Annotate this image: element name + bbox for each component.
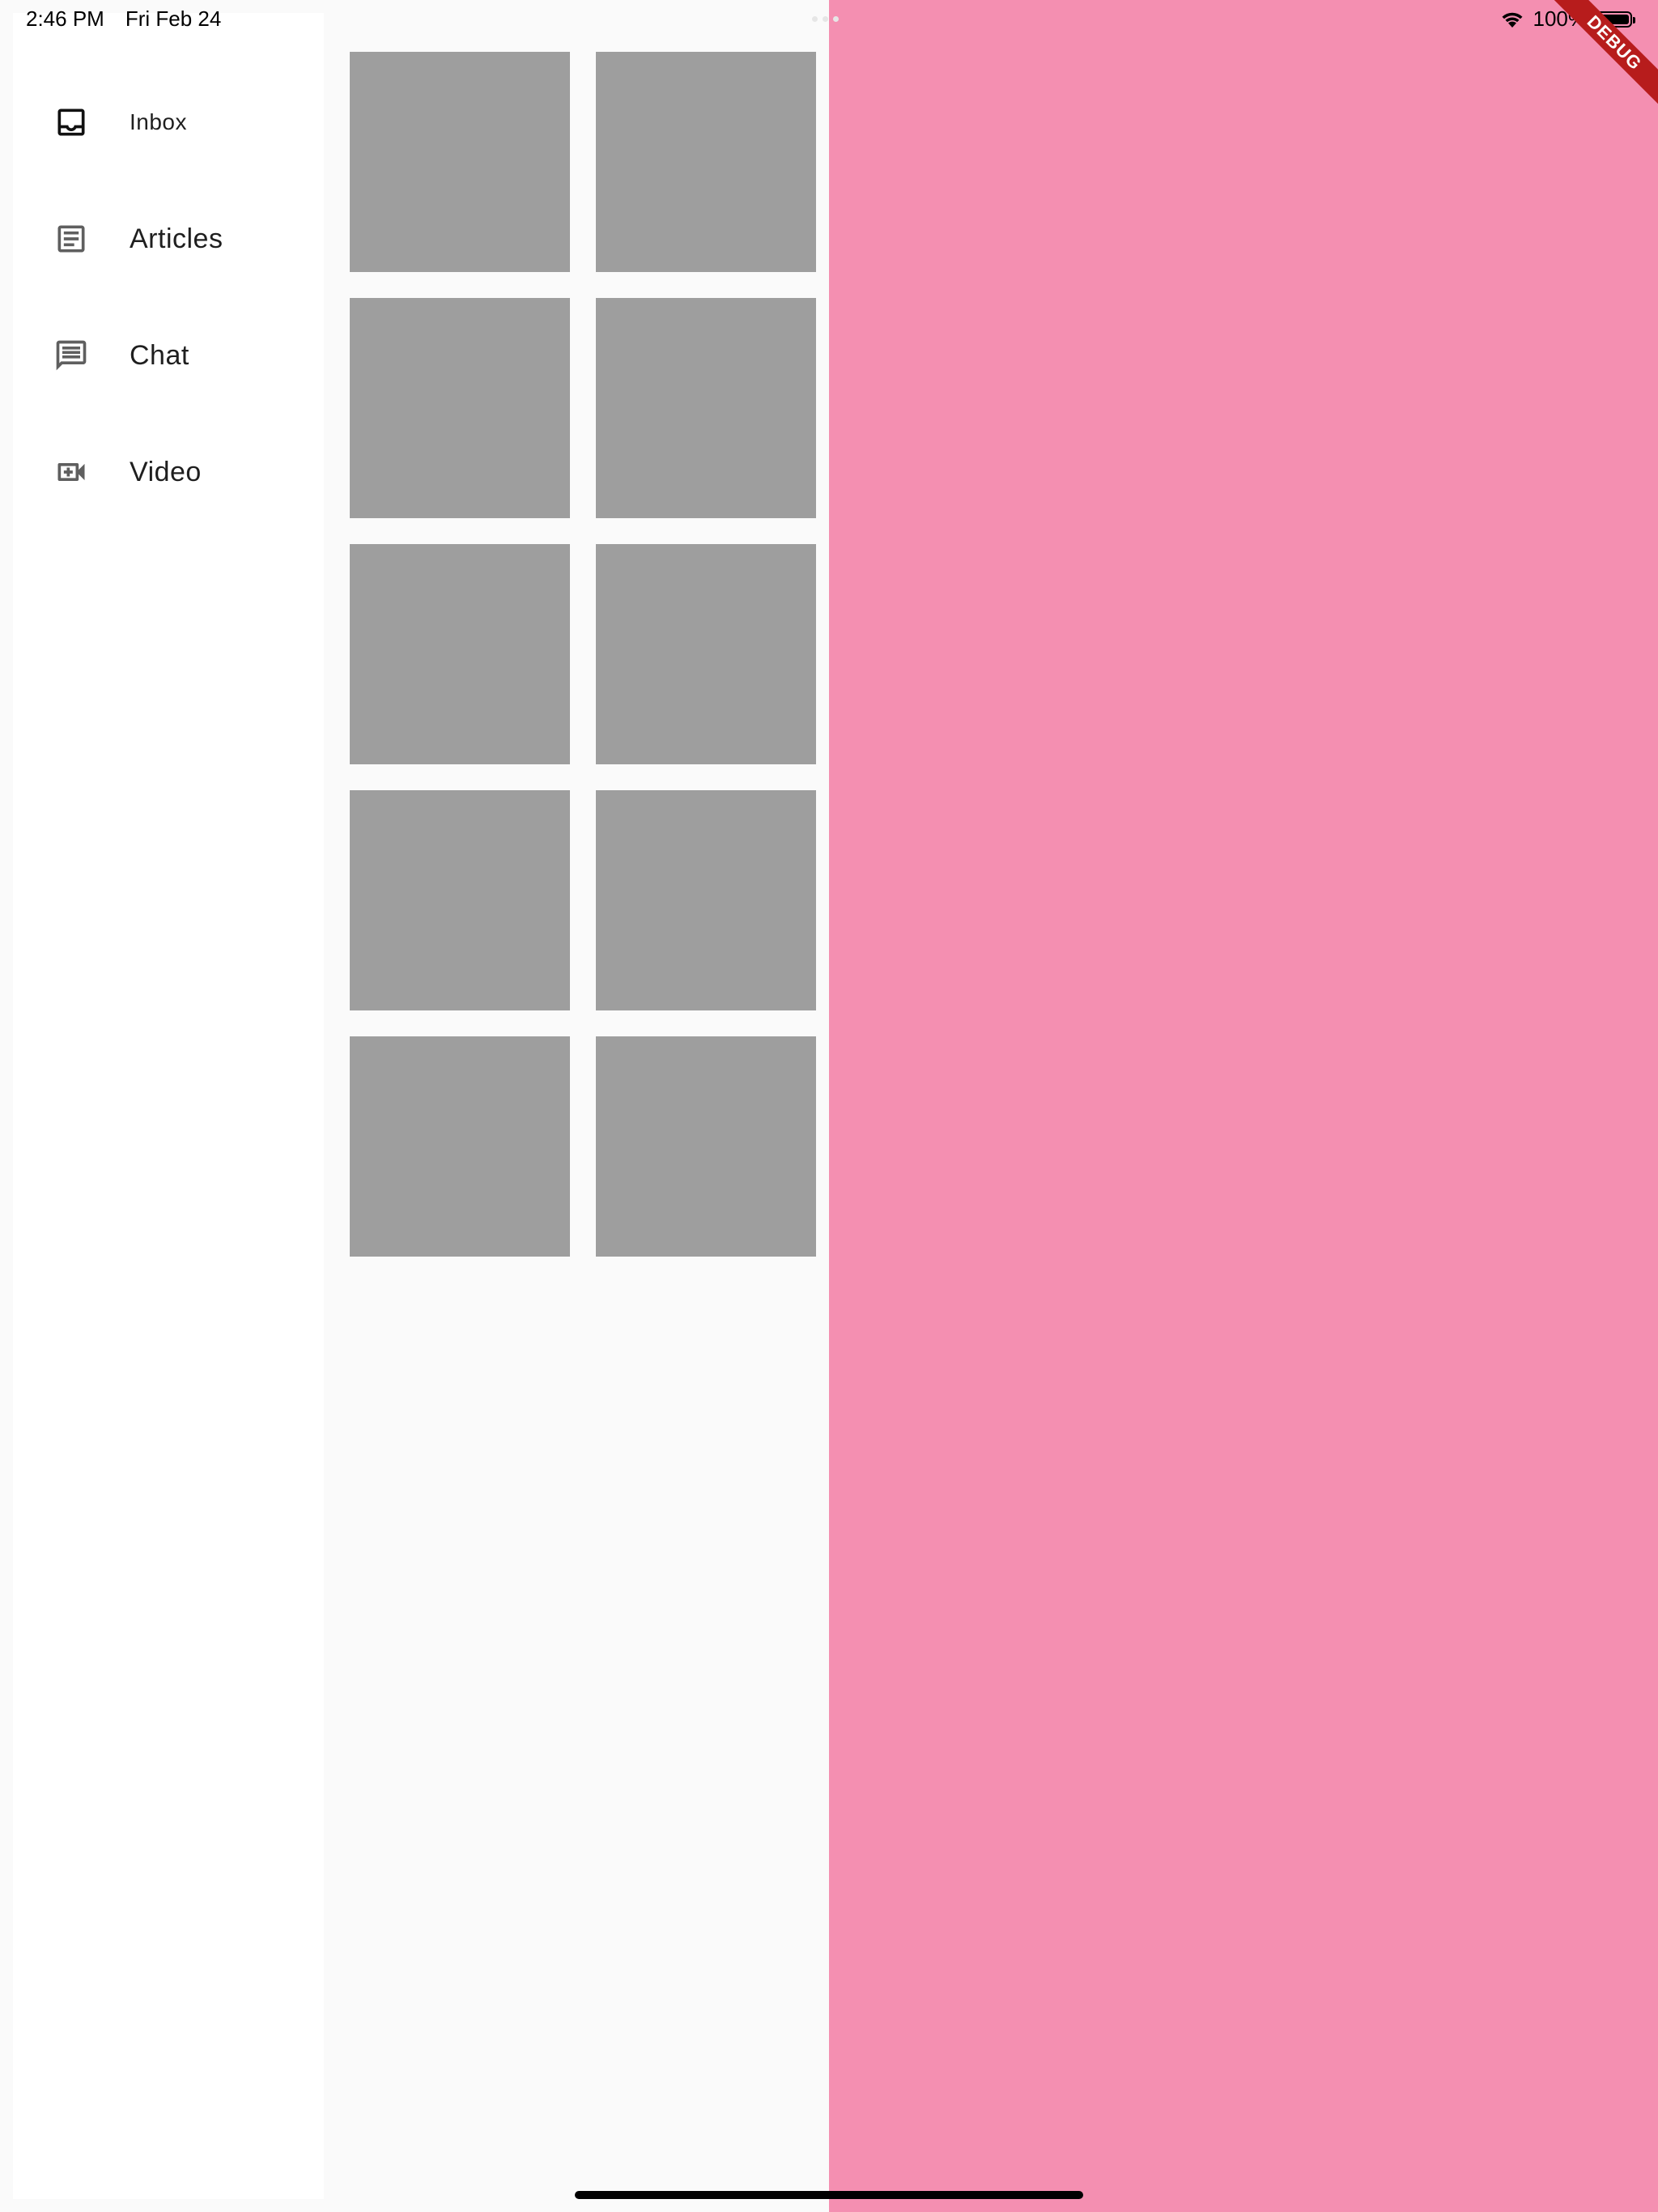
nav-item-label: Chat [130,339,189,371]
grid-tile[interactable] [350,298,570,518]
grid-tile[interactable] [596,52,816,272]
detail-pane [829,0,1658,2212]
video-call-icon [57,463,85,481]
grid-tile[interactable] [350,544,570,764]
grid-tile[interactable] [350,52,570,272]
nav-item-chat[interactable]: Chat [13,311,324,400]
nav-item-inbox[interactable]: Inbox [13,78,324,167]
grid-tile[interactable] [596,1036,816,1257]
status-bar-left: 2:46 PM Fri Feb 24 [26,6,221,32]
nav-item-articles[interactable]: Articles [13,194,324,283]
inbox-icon [57,108,85,136]
wifi-icon [1502,12,1522,28]
chat-icon [56,340,87,371]
grid-tile[interactable] [596,298,816,518]
nav-item-video[interactable]: Video [13,428,324,517]
grid-tile[interactable] [350,790,570,1010]
nav-item-label: Articles [130,223,223,254]
nav-item-label: Inbox [130,109,187,134]
nav-item-label: Video [130,456,202,487]
article-icon [57,225,85,253]
app-screen: 2:46 PM Fri Feb 24 100% Inbox Articles C… [0,0,1658,2212]
status-time: 2:46 PM [26,6,104,31]
multitasking-indicator[interactable] [812,16,839,22]
grid-tile[interactable] [350,1036,570,1257]
status-date: Fri Feb 24 [125,6,222,31]
navigation-drawer: Inbox Articles Chat Video [13,13,324,2199]
grid-tile[interactable] [596,790,816,1010]
home-indicator[interactable] [575,2191,1083,2199]
grid-tile[interactable] [596,544,816,764]
